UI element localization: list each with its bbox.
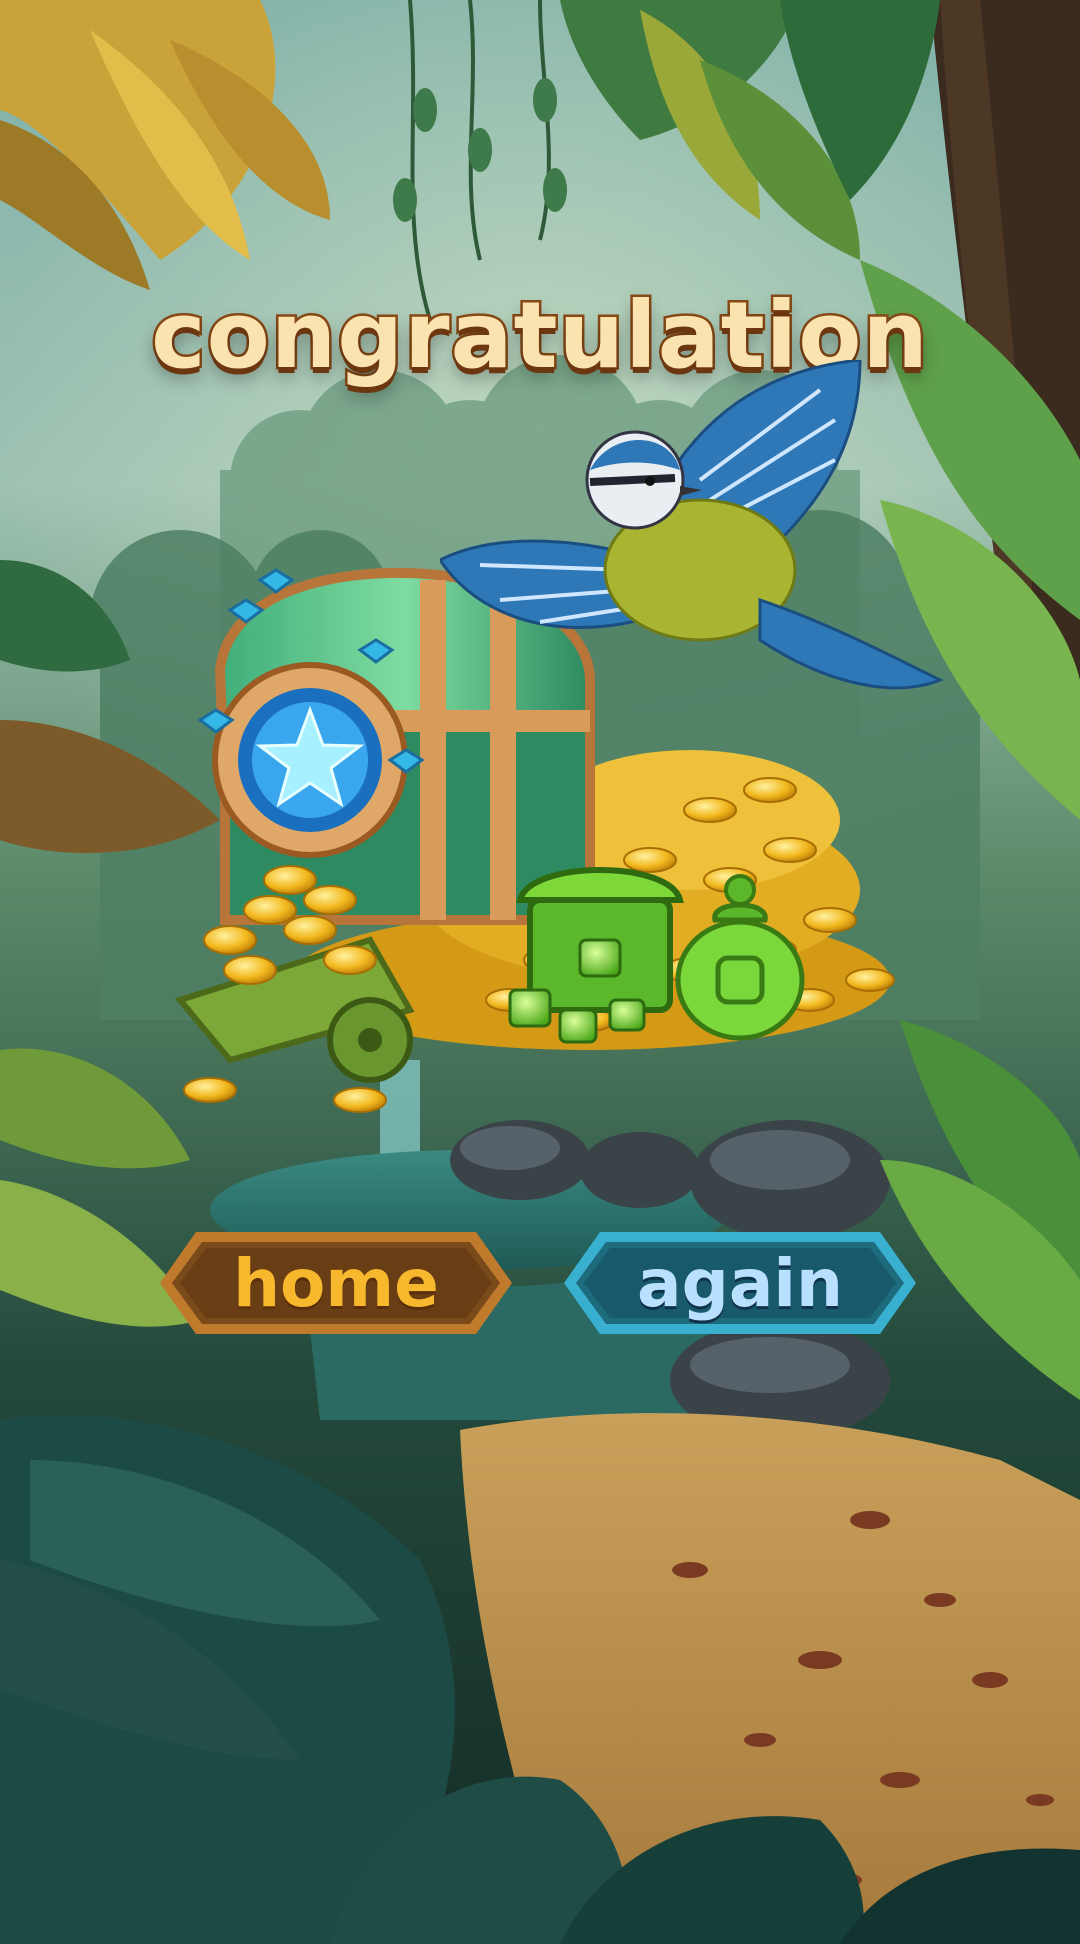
again-button[interactable]: again [560, 1228, 920, 1338]
game-result-screen: congratulation home again [0, 0, 1080, 1944]
again-button-label: again [637, 1244, 843, 1322]
home-button-label: home [233, 1244, 439, 1322]
home-button[interactable]: home [156, 1228, 516, 1338]
blue-tit-bird-icon [440, 360, 944, 690]
